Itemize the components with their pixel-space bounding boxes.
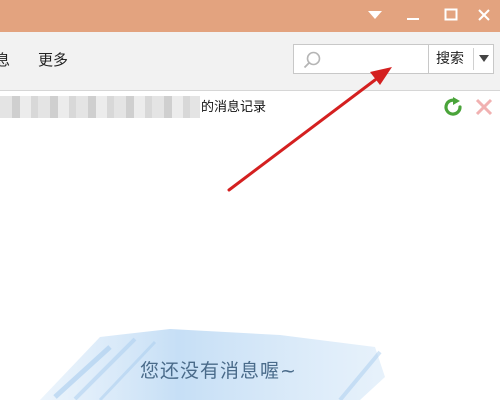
refresh-icon[interactable] bbox=[443, 97, 465, 117]
toolbar: 息 更多 搜索 bbox=[0, 32, 500, 91]
triangle-down-icon bbox=[368, 11, 382, 19]
search-button[interactable]: 搜索 bbox=[428, 44, 494, 74]
maximize-icon bbox=[444, 8, 458, 21]
search-box bbox=[293, 44, 428, 74]
message-area: 您还没有消息喔~ bbox=[0, 123, 500, 400]
title-bar bbox=[0, 0, 500, 32]
delete-icon[interactable] bbox=[475, 98, 493, 116]
menu-item-partial[interactable]: 息 bbox=[0, 50, 10, 70]
window-menu-button[interactable] bbox=[363, 4, 387, 26]
divider bbox=[473, 48, 474, 70]
minimize-icon bbox=[407, 18, 419, 20]
history-header: 的消息记录 bbox=[0, 91, 500, 123]
contact-name-redacted bbox=[0, 96, 200, 118]
chevron-down-icon[interactable] bbox=[479, 55, 489, 63]
search-input[interactable] bbox=[326, 49, 426, 71]
history-title: 的消息记录 bbox=[201, 100, 267, 115]
close-icon bbox=[478, 9, 490, 21]
close-window-button[interactable] bbox=[472, 4, 496, 26]
empty-message: 您还没有消息喔~ bbox=[140, 360, 297, 382]
search-icon bbox=[303, 51, 321, 69]
menu-item-more[interactable]: 更多 bbox=[38, 50, 68, 70]
minimize-button[interactable] bbox=[401, 4, 425, 26]
maximize-button[interactable] bbox=[439, 4, 463, 26]
message-history-window: 息 更多 搜索 的消息记录 您还没有消息喔~ bbox=[0, 0, 500, 400]
search-button-label: 搜索 bbox=[436, 51, 464, 67]
